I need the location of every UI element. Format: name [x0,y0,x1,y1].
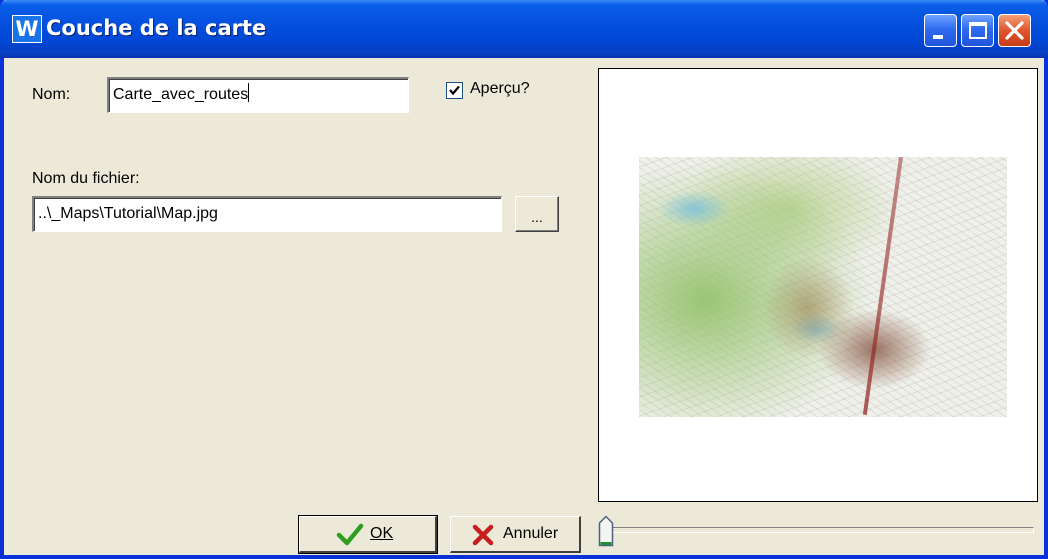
close-icon [1005,21,1024,40]
title-bar[interactable]: W Couche de la carte [0,0,1048,58]
minimize-button[interactable] [924,14,957,47]
map-thumbnail-image [639,157,1007,417]
ok-button[interactable]: OK [298,515,438,554]
window-title: Couche de la carte [46,16,267,40]
maximize-button[interactable] [961,14,994,47]
name-label: Nom: [32,86,71,103]
app-icon: W [12,15,42,43]
preview-checkbox-label[interactable]: Aperçu? [470,80,530,98]
minimize-icon [933,35,943,39]
red-x-icon [472,524,494,546]
map-road-line [862,157,903,416]
ok-button-label: OK [370,525,394,542]
filename-input[interactable]: ..\_Maps\Tutorial\Map.jpg [32,196,502,232]
slider-thumb[interactable] [598,515,614,547]
name-input-value: Carte_avec_routes [113,86,249,103]
text-caret [248,83,250,102]
preview-pane [598,68,1038,502]
filename-input-value: ..\_Maps\Tutorial\Map.jpg [38,205,218,222]
checkmark-icon [449,85,460,96]
browse-button[interactable]: ... [515,196,559,232]
cancel-button[interactable]: Annuler [450,516,581,553]
close-button[interactable] [998,14,1031,47]
opacity-slider-track[interactable] [602,527,1034,533]
dialog-window: W Couche de la carte Nom: Carte_avec_rou… [0,0,1048,559]
name-input[interactable]: Carte_avec_routes [107,77,409,113]
filename-label: Nom du fichier: [32,170,140,187]
maximize-icon [969,22,987,39]
checkmark-icon [336,523,364,546]
preview-checkbox[interactable] [446,82,463,99]
cancel-button-label: Annuler [503,525,559,542]
